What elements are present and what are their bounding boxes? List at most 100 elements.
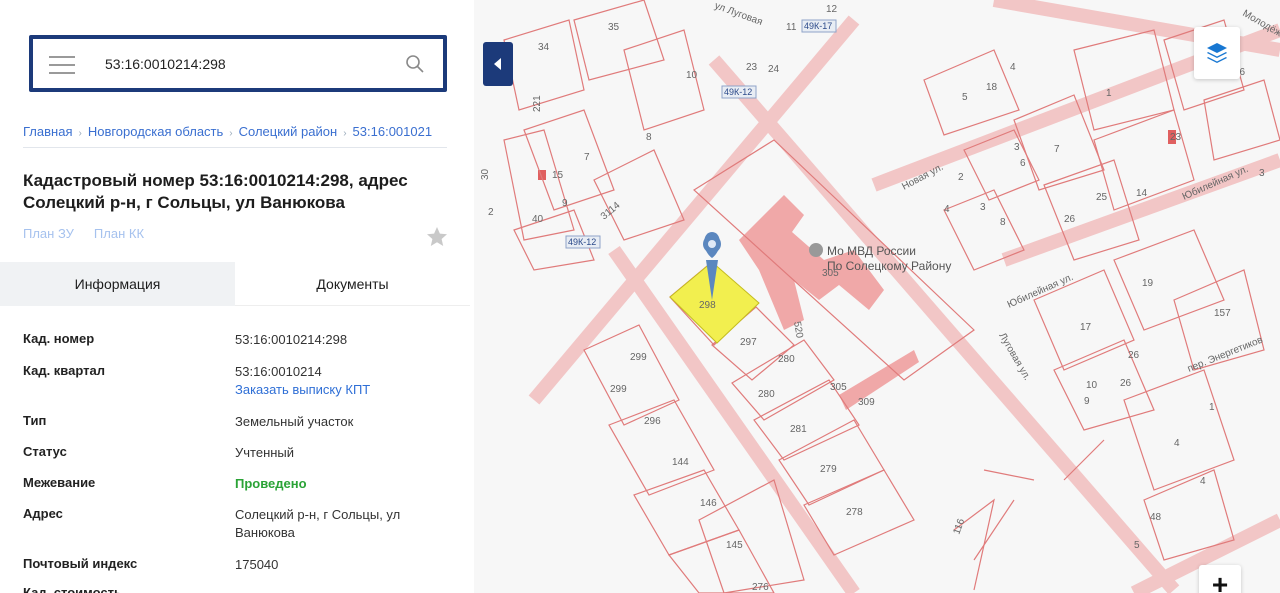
parcel-number: 15 [552, 170, 564, 181]
parcel-number: 3 [1259, 168, 1265, 179]
tab-documents[interactable]: Документы [235, 262, 470, 306]
parcel-number: 8 [1000, 217, 1006, 228]
map-canvas[interactable]: 49К-17 49К-12 49К-12 ул Луговая Новая ул… [474, 0, 1280, 593]
road-label: 49К-12 [724, 87, 752, 97]
search-bar[interactable]: 53:16:0010214:298 [29, 35, 447, 92]
parcel-number: 11 [786, 22, 797, 33]
info-label: Межевание [23, 475, 96, 490]
info-value: 53:16:0010214:298 [235, 332, 348, 347]
parcel-number: 3 [1014, 142, 1020, 153]
search-icon[interactable] [405, 54, 425, 74]
parcel-number: 5 [962, 92, 968, 103]
plan-kk-link[interactable]: План КК [94, 226, 144, 241]
info-value: Проведено [235, 476, 307, 491]
road-label: 49К-17 [804, 21, 832, 31]
parcel-number: 4 [944, 204, 950, 215]
divider [23, 147, 447, 148]
parcel-number: 4 [1200, 476, 1206, 487]
info-value: Учтенный [235, 445, 295, 460]
parcel-number: 30 [480, 168, 491, 180]
parcel-number: 276 [752, 582, 769, 593]
breadcrumb-quarter[interactable]: 53:16:001021 [353, 124, 433, 139]
breadcrumb-separator: › [229, 128, 233, 139]
parcel-number: 19 [1142, 278, 1154, 289]
info-label: Кад. номер [23, 331, 95, 346]
parcel-number: 2 [958, 172, 964, 183]
parcel-number: 221 [532, 95, 543, 112]
info-value: 175040 [235, 557, 279, 572]
breadcrumb: Главная › Новгородская область › Солецкий ра… [23, 124, 447, 139]
plan-links: План ЗУ План КК [23, 226, 164, 241]
parcel-number: 6 [1020, 158, 1026, 169]
parcel-number: 18 [986, 82, 998, 93]
breadcrumb-region[interactable]: Новгородская область [88, 124, 223, 139]
parcel-number: 309 [858, 397, 875, 408]
plan-zu-link[interactable]: План ЗУ [23, 226, 74, 241]
parcel-number: 298 [699, 300, 716, 311]
page-title: Кадастровый номер 53:16:0010214:298, адр… [23, 171, 408, 212]
order-kpt-link[interactable]: Заказать выписку КПТ [235, 382, 370, 397]
parcel-number: 48 [1150, 512, 1162, 523]
info-value: Солецкий р-н, г Сольцы, ул Ванюкова [235, 507, 401, 540]
parcel-number: 34 [538, 42, 550, 53]
parcel-number: 10 [686, 70, 698, 81]
parcel-number: 2 [488, 207, 494, 218]
tabs: Информация Документы [0, 262, 470, 306]
parcel-number: 296 [644, 416, 661, 427]
parcel-number: 1 [1209, 402, 1215, 413]
parcel-number: 4 [1010, 62, 1016, 73]
info-value-text: 53:16:0010214 [235, 364, 322, 379]
parcel-number: 8 [646, 132, 652, 143]
tab-information[interactable]: Информация [0, 262, 235, 306]
parcel-number: 24 [768, 64, 780, 75]
parcel-number: 4 [1174, 438, 1180, 449]
zoom-in-button[interactable]: + [1199, 565, 1241, 593]
parcel-number: 35 [608, 22, 620, 33]
parcel-number: 297 [740, 337, 757, 348]
parcel-number: 23 [1170, 132, 1182, 143]
favorite-star-icon[interactable] [425, 225, 449, 249]
poi-label: Мо МВД России [827, 244, 916, 258]
menu-icon[interactable] [49, 56, 75, 74]
breadcrumb-district[interactable]: Солецкий район [239, 124, 338, 139]
search-input[interactable]: 53:16:0010214:298 [105, 56, 226, 72]
parcel-number: 14 [1136, 188, 1148, 199]
parcel-number: 17 [1080, 322, 1092, 333]
parcel-number: 279 [820, 464, 837, 475]
chevron-left-icon [494, 58, 501, 70]
parcel-number: 23 [746, 62, 758, 73]
info-value: Земельный участок [235, 414, 354, 429]
parcel-number: 7 [1054, 144, 1060, 155]
info-value: 53:16:0010214 Заказать выписку КПТ [235, 363, 435, 399]
parcel-number: 26 [1064, 214, 1076, 225]
parcel-number: 305 [830, 382, 847, 393]
parcel-number: 144 [672, 457, 689, 468]
parcel-number: 1 [1106, 88, 1112, 99]
parcel-number: 10 [1086, 380, 1098, 391]
parcel-number: 281 [790, 424, 807, 435]
parcel-number: 40 [532, 214, 544, 225]
parcel-number: 299 [630, 352, 647, 363]
parcel-number: 7 [584, 152, 590, 163]
breadcrumb-separator: › [343, 128, 347, 139]
parcel-number: 9 [562, 198, 568, 209]
layers-button[interactable] [1194, 27, 1240, 79]
parcel-number: 145 [726, 540, 743, 551]
parcel-number: 146 [700, 498, 717, 509]
parcel-number: 26 [1128, 350, 1140, 361]
info-panel: 53:16:0010214:298 Главная › Новгородская о… [0, 0, 474, 593]
parcel-number: 25 [1096, 192, 1108, 203]
parcel-number: 26 [1120, 378, 1132, 389]
parcel-number: 9 [1084, 396, 1090, 407]
collapse-panel-button[interactable] [483, 42, 513, 86]
parcel-number: 3 [980, 202, 986, 213]
parcel-number: 280 [758, 389, 775, 400]
info-label: Статус [23, 444, 67, 459]
parcel-number: 12 [826, 4, 838, 15]
poi-label: По Солецкому Району [827, 259, 951, 273]
parcel-number: 280 [778, 354, 795, 365]
info-label: Адрес [23, 506, 63, 521]
parcel-number: 305 [822, 268, 839, 279]
cadastral-map[interactable]: 49К-17 49К-12 49К-12 ул Луговая Новая ул… [474, 0, 1280, 593]
breadcrumb-home[interactable]: Главная [23, 124, 72, 139]
